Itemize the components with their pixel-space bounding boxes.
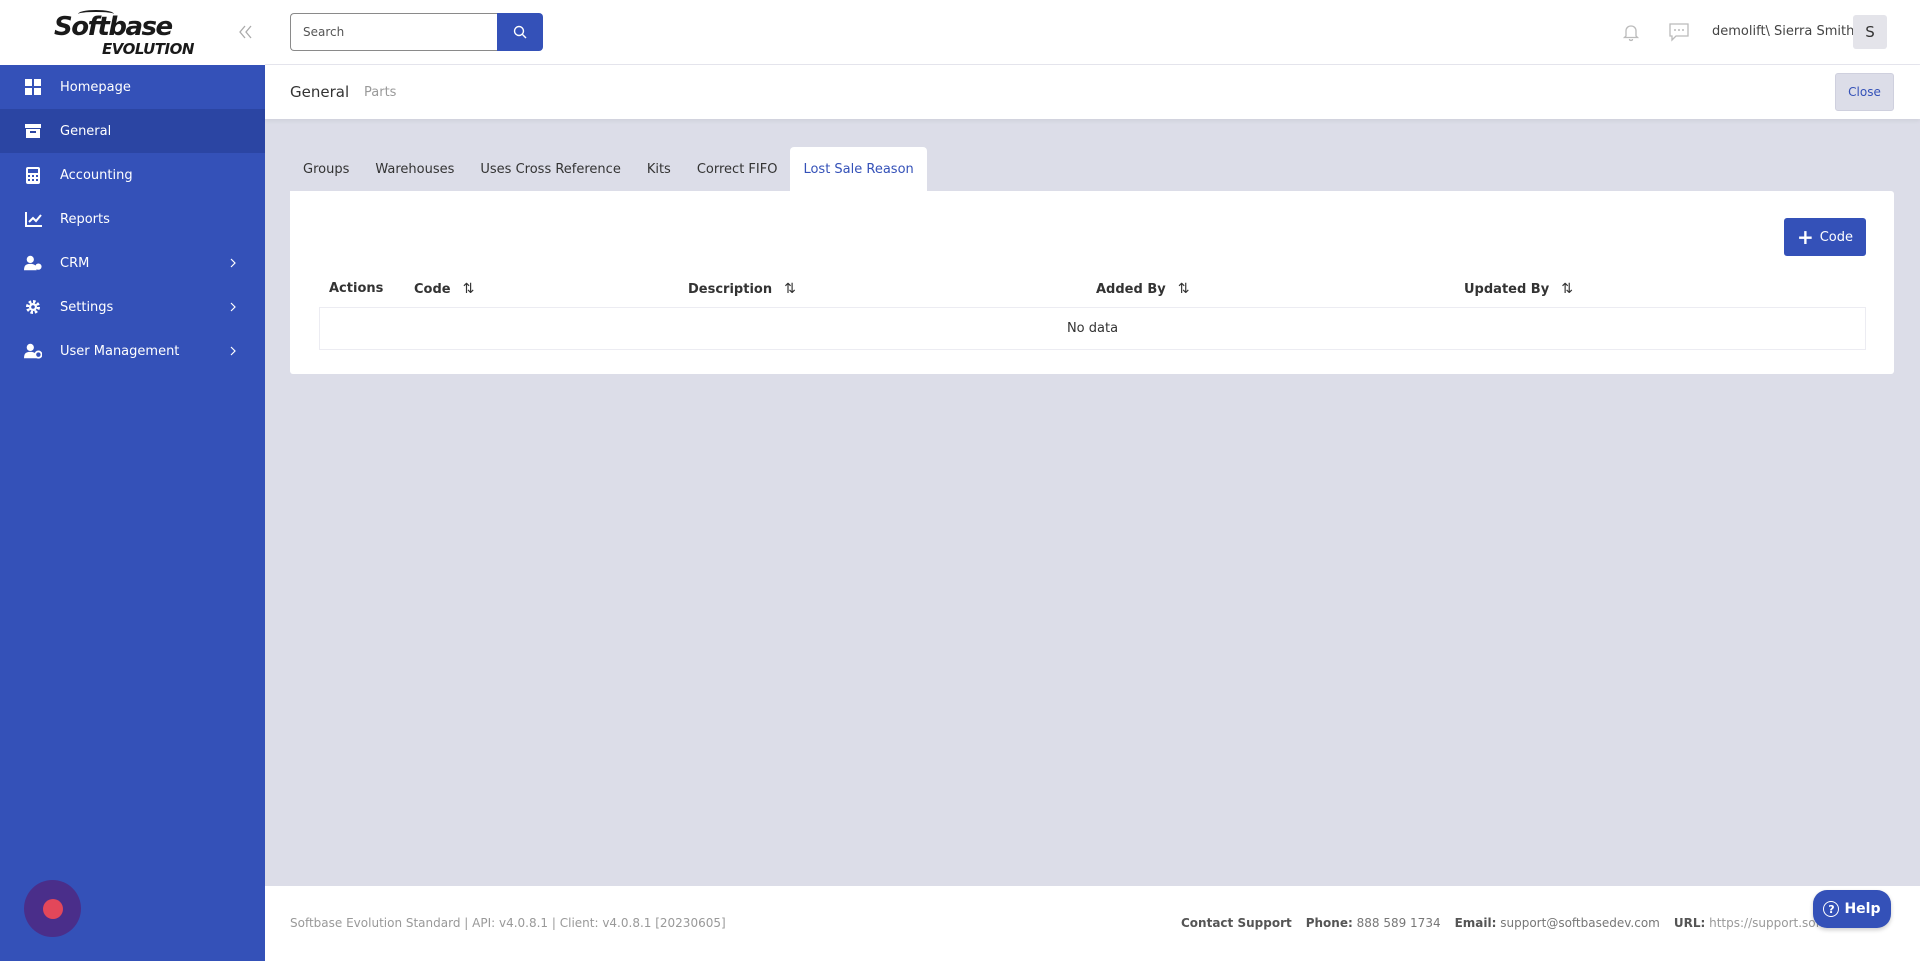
contact-support-label: Contact Support bbox=[1181, 916, 1292, 930]
page-header: General Parts Close bbox=[265, 65, 1920, 119]
sort-icon[interactable]: ⇅ bbox=[1178, 281, 1190, 297]
column-label: Code bbox=[414, 281, 451, 297]
collapse-sidebar-icon[interactable] bbox=[236, 22, 256, 42]
gear-icon bbox=[24, 298, 42, 316]
sidebar-item-label: Settings bbox=[60, 299, 114, 315]
column-header-added-by[interactable]: Added By ⇅ bbox=[1096, 281, 1189, 297]
help-label: Help bbox=[1844, 901, 1881, 917]
column-header-code[interactable]: Code ⇅ bbox=[414, 281, 474, 297]
softbase-logo: Softbase EVOLUTION bbox=[54, 10, 202, 58]
column-label: Description bbox=[688, 281, 773, 297]
chevron-right-icon bbox=[229, 301, 239, 313]
record-dot-icon bbox=[42, 898, 63, 919]
sidebar-item-label: Homepage bbox=[60, 79, 131, 95]
bell-icon[interactable] bbox=[1621, 22, 1641, 42]
logo-text: Softbase bbox=[54, 12, 173, 42]
url-label: URL: bbox=[1673, 916, 1706, 930]
breadcrumb-parts[interactable]: Parts bbox=[364, 85, 396, 100]
chat-icon[interactable] bbox=[1668, 22, 1690, 42]
page-title: General bbox=[290, 83, 350, 101]
column-header-updated-by[interactable]: Updated By ⇅ bbox=[1464, 281, 1573, 297]
tab-bar: Groups Warehouses Uses Cross Reference K… bbox=[290, 147, 927, 191]
tab-lost-sale-reason[interactable]: Lost Sale Reason bbox=[790, 147, 927, 191]
table-header: Actions Code ⇅ Description ⇅ Added By ⇅ … bbox=[319, 269, 1866, 308]
tab-groups[interactable]: Groups bbox=[290, 147, 362, 191]
user-handshake-icon bbox=[24, 254, 42, 272]
sidebar: Softbase EVOLUTION Homepage General Acco… bbox=[0, 0, 265, 961]
tab-uses-cross-reference[interactable]: Uses Cross Reference bbox=[467, 147, 633, 191]
user-gear-icon bbox=[24, 342, 42, 360]
sidebar-item-reports[interactable]: Reports bbox=[0, 197, 265, 241]
version-info: Softbase Evolution Standard | API: v4.0.… bbox=[290, 916, 726, 930]
sidebar-item-label: User Management bbox=[60, 343, 180, 359]
sidebar-item-general[interactable]: General bbox=[0, 109, 265, 153]
email-label: Email: bbox=[1454, 916, 1497, 930]
tab-correct-fifo[interactable]: Correct FIFO bbox=[684, 147, 791, 191]
calculator-icon bbox=[24, 166, 42, 184]
sidebar-item-label: General bbox=[60, 123, 112, 139]
add-code-button[interactable]: + Code bbox=[1784, 218, 1866, 256]
column-header-description[interactable]: Description ⇅ bbox=[688, 281, 796, 297]
data-table: Actions Code ⇅ Description ⇅ Added By ⇅ … bbox=[319, 269, 1866, 350]
search-icon bbox=[513, 25, 527, 39]
footer: Softbase Evolution Standard | API: v4.0.… bbox=[265, 886, 1920, 961]
sort-icon[interactable]: ⇅ bbox=[1561, 281, 1573, 297]
column-header-actions: Actions bbox=[329, 281, 383, 296]
archive-box-icon bbox=[24, 122, 42, 140]
tab-kits[interactable]: Kits bbox=[634, 147, 684, 191]
sidebar-item-accounting[interactable]: Accounting bbox=[0, 153, 265, 197]
sidebar-item-user-management[interactable]: User Management bbox=[0, 329, 265, 373]
avatar[interactable]: S bbox=[1853, 15, 1887, 49]
chevron-right-icon bbox=[229, 257, 239, 269]
close-button[interactable]: Close bbox=[1835, 73, 1894, 111]
content-card: + Code Actions Code ⇅ Description ⇅ Adde… bbox=[290, 191, 1894, 374]
sidebar-item-settings[interactable]: Settings bbox=[0, 285, 265, 329]
sidebar-item-homepage[interactable]: Homepage bbox=[0, 65, 265, 109]
search-button[interactable] bbox=[497, 13, 543, 51]
sidebar-item-crm[interactable]: CRM bbox=[0, 241, 265, 285]
record-button[interactable] bbox=[24, 880, 81, 937]
chevron-right-icon bbox=[229, 345, 239, 357]
username: demolift\ Sierra Smith bbox=[1712, 24, 1855, 39]
help-button[interactable]: ? Help bbox=[1813, 890, 1891, 928]
column-label: Updated By bbox=[1464, 281, 1550, 297]
sort-icon[interactable]: ⇅ bbox=[463, 281, 475, 297]
sidebar-nav: Homepage General Accounting Reports CRM bbox=[0, 65, 265, 373]
sort-icon[interactable]: ⇅ bbox=[784, 281, 796, 297]
sidebar-item-label: Accounting bbox=[60, 167, 133, 183]
add-code-label: Code bbox=[1819, 229, 1854, 245]
grid-icon bbox=[24, 78, 42, 96]
search-input[interactable] bbox=[290, 13, 500, 51]
logo-subtext: EVOLUTION bbox=[102, 40, 194, 58]
chart-line-icon bbox=[24, 210, 42, 228]
topbar: demolift\ Sierra Smith S bbox=[265, 0, 1920, 65]
empty-state: No data bbox=[319, 308, 1866, 350]
contact-info: Contact Support Phone: 888 589 1734 Email:… bbox=[1181, 916, 1853, 930]
phone-label: Phone: bbox=[1305, 916, 1353, 930]
column-label: Added By bbox=[1096, 281, 1166, 297]
logo-area: Softbase EVOLUTION bbox=[0, 0, 265, 65]
sidebar-item-label: Reports bbox=[60, 211, 110, 227]
column-label: Actions bbox=[329, 281, 384, 296]
email-link[interactable]: support@softbasedev.com bbox=[1500, 916, 1660, 930]
tab-warehouses[interactable]: Warehouses bbox=[362, 147, 467, 191]
plus-icon: + bbox=[1796, 225, 1814, 249]
question-icon: ? bbox=[1823, 901, 1840, 917]
sidebar-item-label: CRM bbox=[60, 255, 90, 271]
phone-value: 888 589 1734 bbox=[1356, 916, 1441, 930]
